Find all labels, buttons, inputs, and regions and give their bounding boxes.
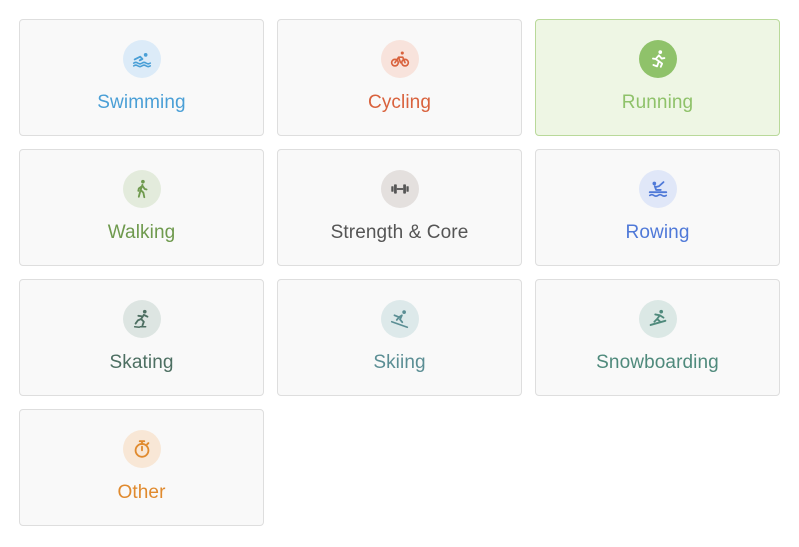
activity-tile-running[interactable]: Running <box>535 19 780 136</box>
activity-label: Skating <box>109 352 174 373</box>
activity-label: Swimming <box>97 92 186 113</box>
activity-label: Cycling <box>368 92 431 113</box>
activity-label: Strength & Core <box>330 222 469 243</box>
stopwatch-icon <box>122 430 161 468</box>
activity-tile-walking[interactable]: Walking <box>19 149 264 266</box>
skating-icon <box>122 300 161 338</box>
activity-label: Other <box>117 482 166 503</box>
swimming-icon <box>122 40 161 78</box>
running-icon <box>638 40 677 78</box>
activity-tile-rowing[interactable]: Rowing <box>535 149 780 266</box>
activity-label: Snowboarding <box>596 352 719 373</box>
activity-label: Running <box>621 92 694 113</box>
activity-label: Walking <box>107 222 176 243</box>
activity-tile-skiing[interactable]: Skiing <box>277 279 522 396</box>
rowing-icon <box>638 170 677 208</box>
skiing-icon <box>380 300 419 338</box>
cycling-icon <box>380 40 419 78</box>
snowboarding-icon <box>638 300 677 338</box>
walking-icon <box>122 170 161 208</box>
activity-tile-skating[interactable]: Skating <box>19 279 264 396</box>
activity-tile-strength-core[interactable]: Strength & Core <box>277 149 522 266</box>
activity-tile-snowboarding[interactable]: Snowboarding <box>535 279 780 396</box>
activity-label: Rowing <box>625 222 690 243</box>
activity-tile-other[interactable]: Other <box>19 409 264 526</box>
activity-tile-cycling[interactable]: Cycling <box>277 19 522 136</box>
activity-label: Skiing <box>373 352 426 373</box>
dumbbell-icon <box>380 170 419 208</box>
activity-type-grid: Swimming Cycling Running Walking Strengt… <box>19 19 780 526</box>
activity-tile-swimming[interactable]: Swimming <box>19 19 264 136</box>
